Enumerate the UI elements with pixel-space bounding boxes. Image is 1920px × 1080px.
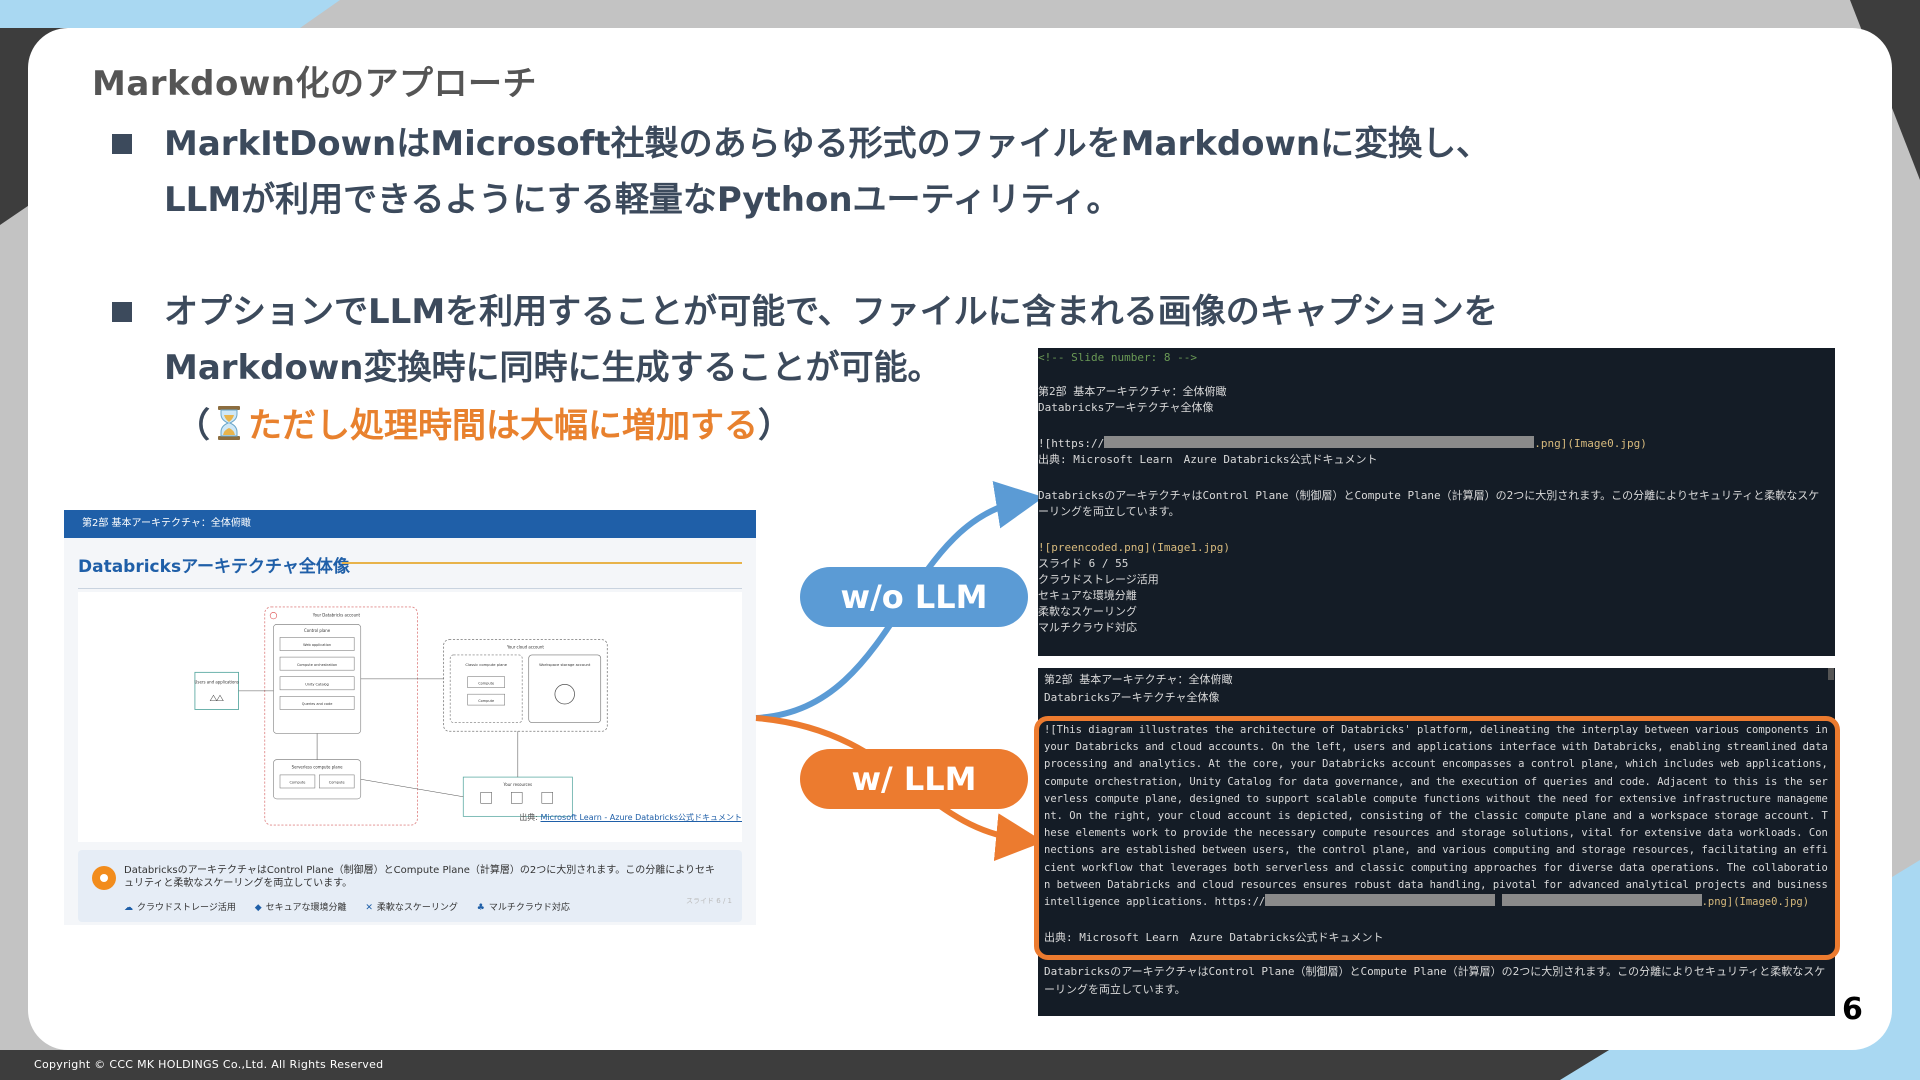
term1-desc1: DatabricksのアーキテクチャはControl Plane（制御層）とCo…	[1038, 489, 1820, 502]
term2-desc2: ーリングを両立しています。	[1044, 983, 1186, 996]
term1-img-suffix: .png](Image0.jpg)	[1534, 437, 1647, 450]
terminal-without-llm: <!-- Slide number: 8 --> 第2部 基本アーキテクチャ：全…	[1038, 348, 1835, 656]
terminal-scrollbar[interactable]	[1828, 668, 1834, 680]
redaction-mask	[1104, 436, 1535, 448]
term1-slide-label: スライド 6 / 55	[1038, 557, 1129, 570]
term1-tag2: セキュアな環境分離	[1038, 589, 1137, 602]
page-number: 6	[1842, 992, 1863, 1027]
term1-source: 出典: Microsoft Learn Azure Databricks公式ドキ…	[1038, 453, 1378, 466]
term1-h1: 第2部 基本アーキテクチャ：全体俯瞰	[1038, 385, 1227, 398]
term1-tag1: クラウドストレージ活用	[1038, 573, 1159, 586]
copyright-footer: Copyright © CCC MK HOLDINGS Co.,Ltd. All…	[34, 1058, 384, 1071]
term1-tag4: マルチクラウド対応	[1038, 621, 1137, 634]
term2-desc1: DatabricksのアーキテクチャはControl Plane（制御層）とCo…	[1044, 965, 1826, 978]
llm-caption-highlight-frame	[1034, 716, 1840, 960]
label-without-llm: w/o LLM	[800, 567, 1028, 627]
term2-h1: 第2部 基本アーキテクチャ：全体俯瞰	[1044, 673, 1233, 686]
term1-comment: <!-- Slide number: 8 -->	[1038, 351, 1197, 364]
term1-desc2: ーリングを両立しています。	[1038, 505, 1180, 518]
term1-img-prefix: ![https://	[1038, 437, 1105, 450]
term2-h2: Databricksアーキテクチャ全体像	[1044, 691, 1220, 704]
term1-h2: Databricksアーキテクチャ全体像	[1038, 401, 1214, 414]
term1-tag3: 柔軟なスケーリング	[1038, 605, 1137, 618]
label-with-llm: w/ LLM	[800, 749, 1028, 809]
term1-image-line: ![https:// .png](Image0.jpg)	[1038, 436, 1647, 452]
term1-img2: ![preencoded.png](Image1.jpg)	[1038, 541, 1231, 554]
